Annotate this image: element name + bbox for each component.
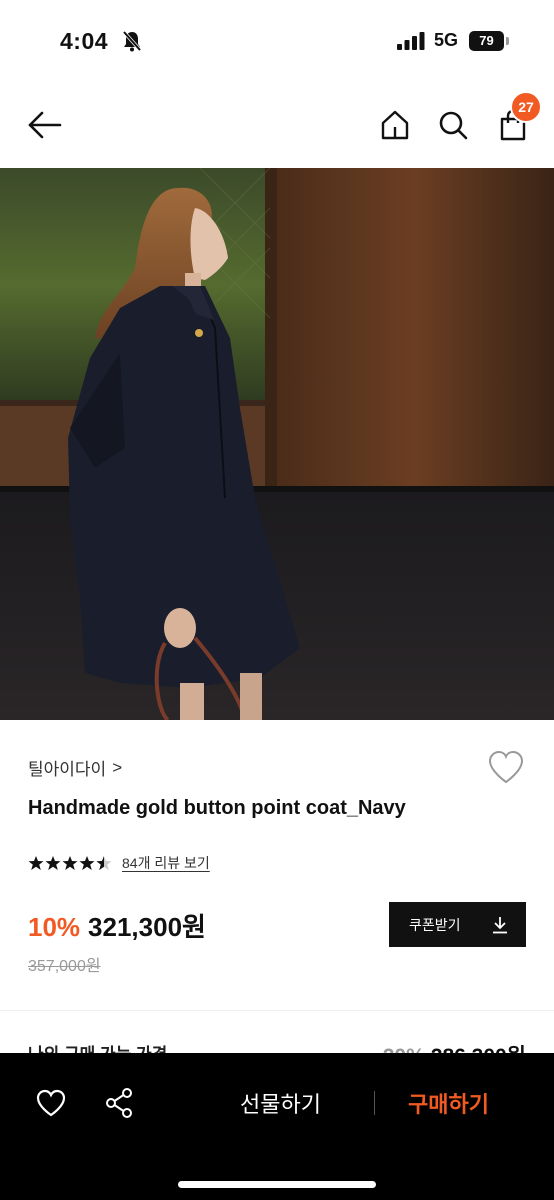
status-time: 4:04 — [60, 28, 109, 54]
section-divider — [0, 1010, 554, 1011]
battery-level: 79 — [469, 31, 504, 51]
cart-count-badge: 27 — [510, 91, 542, 123]
review-link[interactable]: 84개 리뷰 보기 — [122, 853, 210, 873]
coupon-label: 쿠폰받기 — [409, 916, 461, 933]
status-bar: 4:04 5G 79 — [0, 0, 554, 80]
bottom-divider — [374, 1091, 375, 1115]
star-icon — [28, 856, 44, 870]
rating-row: 84개 리뷰 보기 — [28, 853, 210, 873]
price-row: 10% 321,300원 — [28, 907, 206, 944]
star-icon — [79, 856, 95, 870]
brand-link[interactable]: 틸아이다이 > — [28, 755, 122, 780]
network-type: 5G — [434, 30, 459, 50]
star-half-icon — [96, 856, 112, 870]
search-icon — [439, 111, 468, 140]
home-button[interactable] — [375, 105, 415, 145]
product-title: Handmade gold button point coat_Navy — [28, 797, 406, 819]
chevron-right-icon: > — [112, 757, 123, 777]
product-image[interactable] — [0, 168, 554, 720]
arrow-left-icon — [28, 111, 62, 139]
back-button[interactable] — [25, 105, 65, 145]
bell-off-icon — [122, 30, 142, 52]
share-icon — [106, 1088, 132, 1118]
star-icon — [62, 856, 78, 870]
bottom-wishlist-button[interactable] — [31, 1083, 71, 1123]
signal-icon — [397, 32, 425, 50]
share-button[interactable] — [99, 1083, 139, 1123]
home-icon — [381, 110, 409, 140]
brand-name: 틸아이다이 — [28, 760, 107, 779]
coupon-button[interactable]: 쿠폰받기 — [389, 902, 526, 947]
sale-price: 321,300원 — [88, 912, 206, 942]
gift-button[interactable]: 선물하기 — [240, 1087, 321, 1119]
search-button[interactable] — [433, 105, 473, 145]
star-icon — [45, 856, 61, 870]
product-photo — [0, 168, 554, 720]
bottom-action-bar: 선물하기 구매하기 — [0, 1053, 554, 1200]
star-rating — [28, 855, 112, 871]
download-icon — [493, 916, 507, 933]
heart-icon — [36, 1089, 66, 1117]
app-header: 27 — [0, 80, 554, 168]
discount-rate: 10% — [28, 912, 81, 942]
wishlist-button[interactable] — [486, 748, 526, 788]
heart-icon — [488, 750, 524, 784]
original-price: 357,000원 — [28, 958, 101, 975]
battery-icon: 79 — [469, 31, 509, 51]
buy-button[interactable]: 구매하기 — [408, 1087, 489, 1119]
home-indicator — [178, 1181, 376, 1188]
